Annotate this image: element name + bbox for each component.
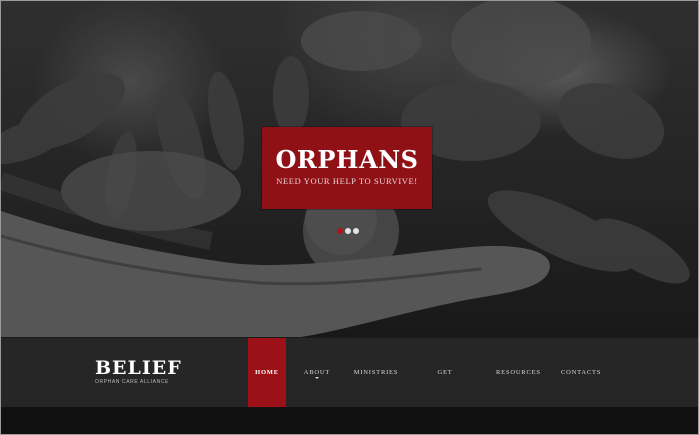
- slider-dot-3[interactable]: [353, 228, 359, 234]
- site-logo[interactable]: BELIEF ORPHAN CARE ALLIANCE: [95, 357, 182, 385]
- page-frame: ORPHANS NEED YOUR HELP TO SURVIVE! BELIE…: [0, 0, 699, 435]
- nav-item-about-label: ABOUT: [303, 369, 331, 376]
- nav-item-about[interactable]: ABOUT: [300, 338, 334, 408]
- nav-item-resources[interactable]: RESOURCES: [496, 338, 540, 408]
- hero-slider: ORPHANS NEED YOUR HELP TO SURVIVE!: [1, 1, 698, 337]
- slider-dot-2[interactable]: [345, 228, 351, 234]
- nav-item-ministries[interactable]: MINISTRIES: [352, 338, 400, 408]
- logo-title: BELIEF: [95, 357, 182, 379]
- nav-item-home[interactable]: HOME: [248, 338, 286, 408]
- slider-pagination: [337, 219, 361, 234]
- hero-subtitle: NEED YOUR HELP TO SURVIVE!: [276, 176, 418, 186]
- logo-tagline: ORPHAN CARE ALLIANCE: [95, 379, 169, 385]
- hero-caption-box[interactable]: ORPHANS NEED YOUR HELP TO SURVIVE!: [262, 127, 432, 209]
- hero-title: ORPHANS: [275, 145, 419, 174]
- content-strip: [1, 407, 698, 434]
- main-navigation-bar: BELIEF ORPHAN CARE ALLIANCE HOME ABOUT M…: [1, 337, 698, 408]
- nav-item-contacts[interactable]: CONTACTS: [561, 338, 601, 408]
- slider-dot-1[interactable]: [337, 228, 343, 234]
- nav-item-get-involved[interactable]: GET INVOLVED: [420, 338, 470, 408]
- chevron-down-icon: [315, 377, 319, 379]
